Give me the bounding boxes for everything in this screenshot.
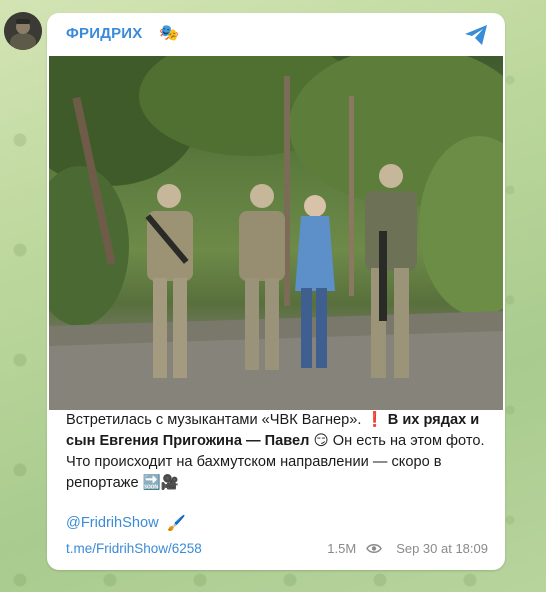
view-count: 1.5M (327, 541, 357, 556)
post-photo[interactable] (49, 56, 503, 410)
channel-name[interactable]: ФРИДРИХ (66, 25, 142, 42)
exclamation-icon: ❗ (365, 412, 384, 428)
post-caption: Встретилась с музыкантами «ЧВК Вагнер». … (66, 410, 491, 494)
message-card: ФРИДРИХ 🎭 Встретилась с музыкантами «ЧВК… (47, 13, 505, 570)
channel-avatar[interactable] (4, 12, 42, 50)
caption-text-1: Встретилась с музыкантами «ЧВК Вагнер». (66, 412, 366, 428)
soon-camera-emoji-icon: 🔜🎥 (142, 475, 179, 491)
post-date: Sep 30 at 18:09 (396, 541, 488, 556)
post-link[interactable]: t.me/FridrihShow/6258 (66, 541, 202, 556)
post-meta: 1.5M Sep 30 at 18:09 (327, 541, 488, 556)
message-header: ФРИДРИХ 🎭 (47, 13, 505, 55)
channel-emoji: 🎭 (159, 25, 179, 42)
share-icon[interactable] (463, 23, 489, 47)
eye-icon (366, 544, 383, 553)
channel-mention-link[interactable]: @FridrihShow (66, 515, 159, 531)
smirk-emoji-icon: 😏 (313, 433, 329, 449)
paintbrush-icon: 🖌️ (167, 515, 186, 532)
